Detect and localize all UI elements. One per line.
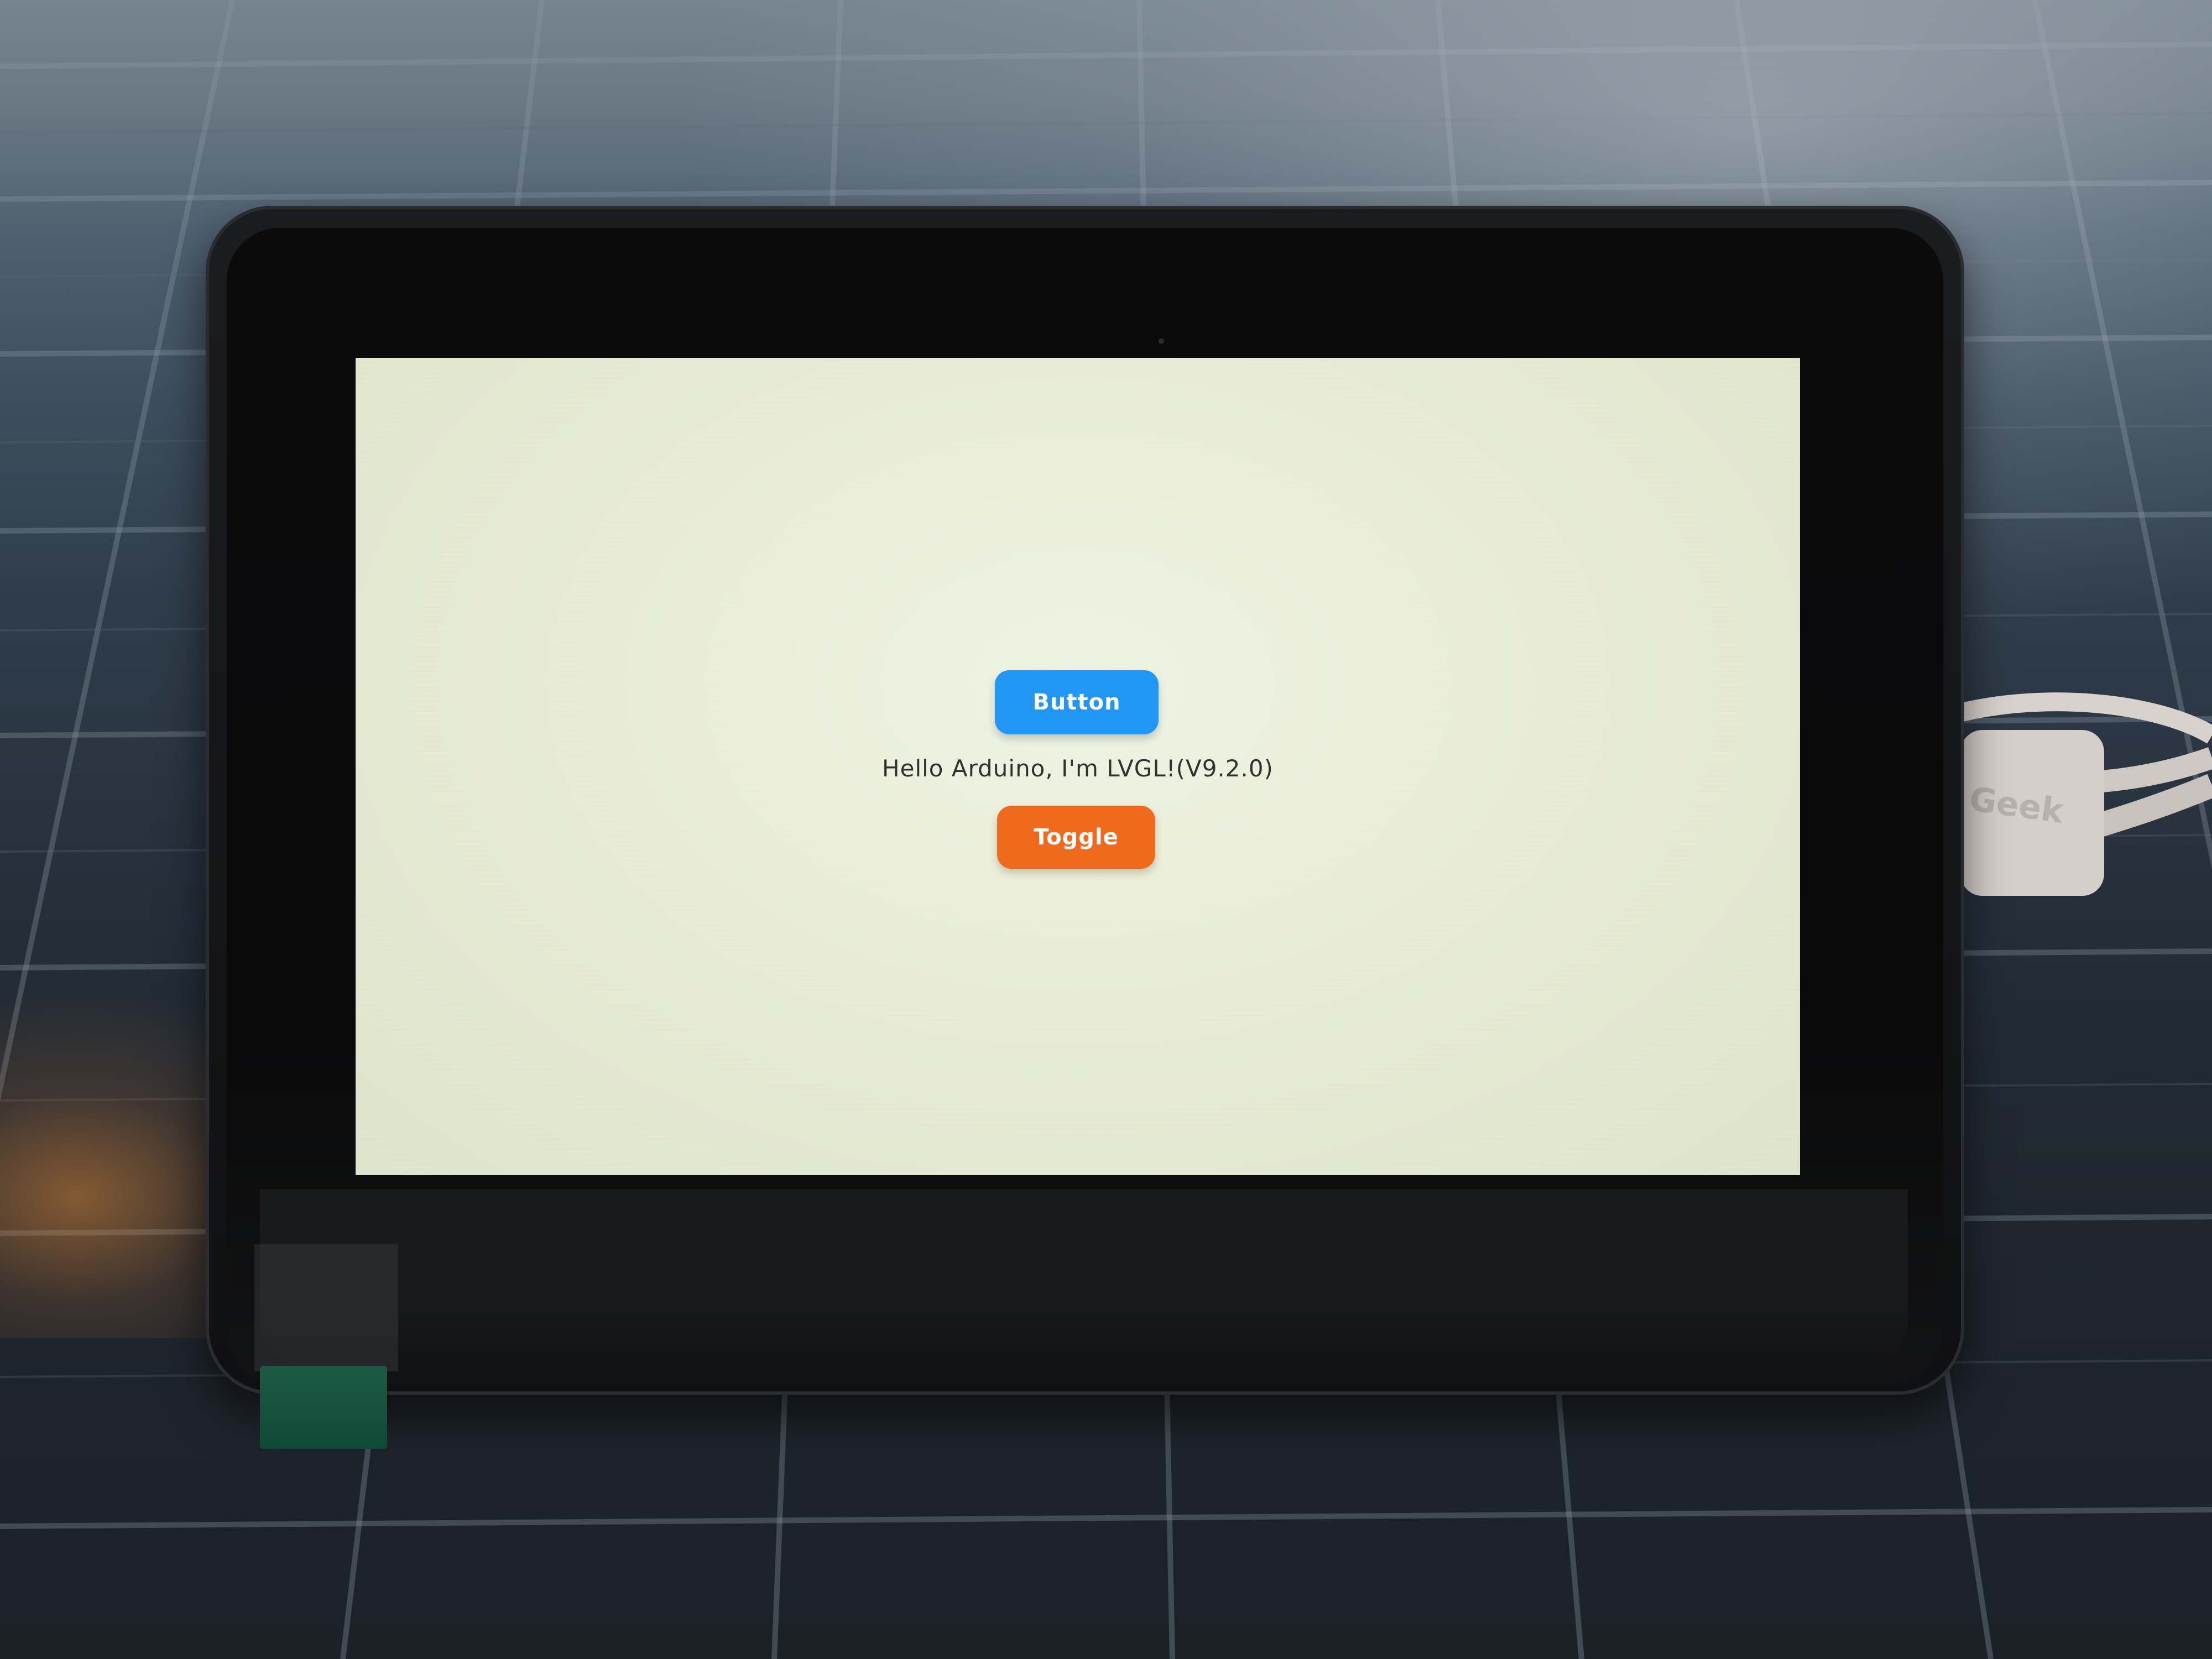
lvgl-toggle-button[interactable]: Toggle (997, 806, 1155, 869)
lcd-screen: Button Hello Arduino, I'm LVGL!(V9.2.0) … (356, 358, 1800, 1175)
glass-corner-reflection (254, 1244, 398, 1371)
green-protective-tab (260, 1366, 387, 1449)
photo-scene: Geek Button Hello Arduino, I'm LVGL!(V9.… (0, 0, 2212, 1659)
bezel-reflection (260, 1189, 1908, 1366)
hello-label: Hello Arduino, I'm LVGL!(V9.2.0) (882, 755, 1274, 782)
sensor-dot (1159, 338, 1164, 344)
lvgl-button[interactable]: Button (995, 670, 1159, 734)
